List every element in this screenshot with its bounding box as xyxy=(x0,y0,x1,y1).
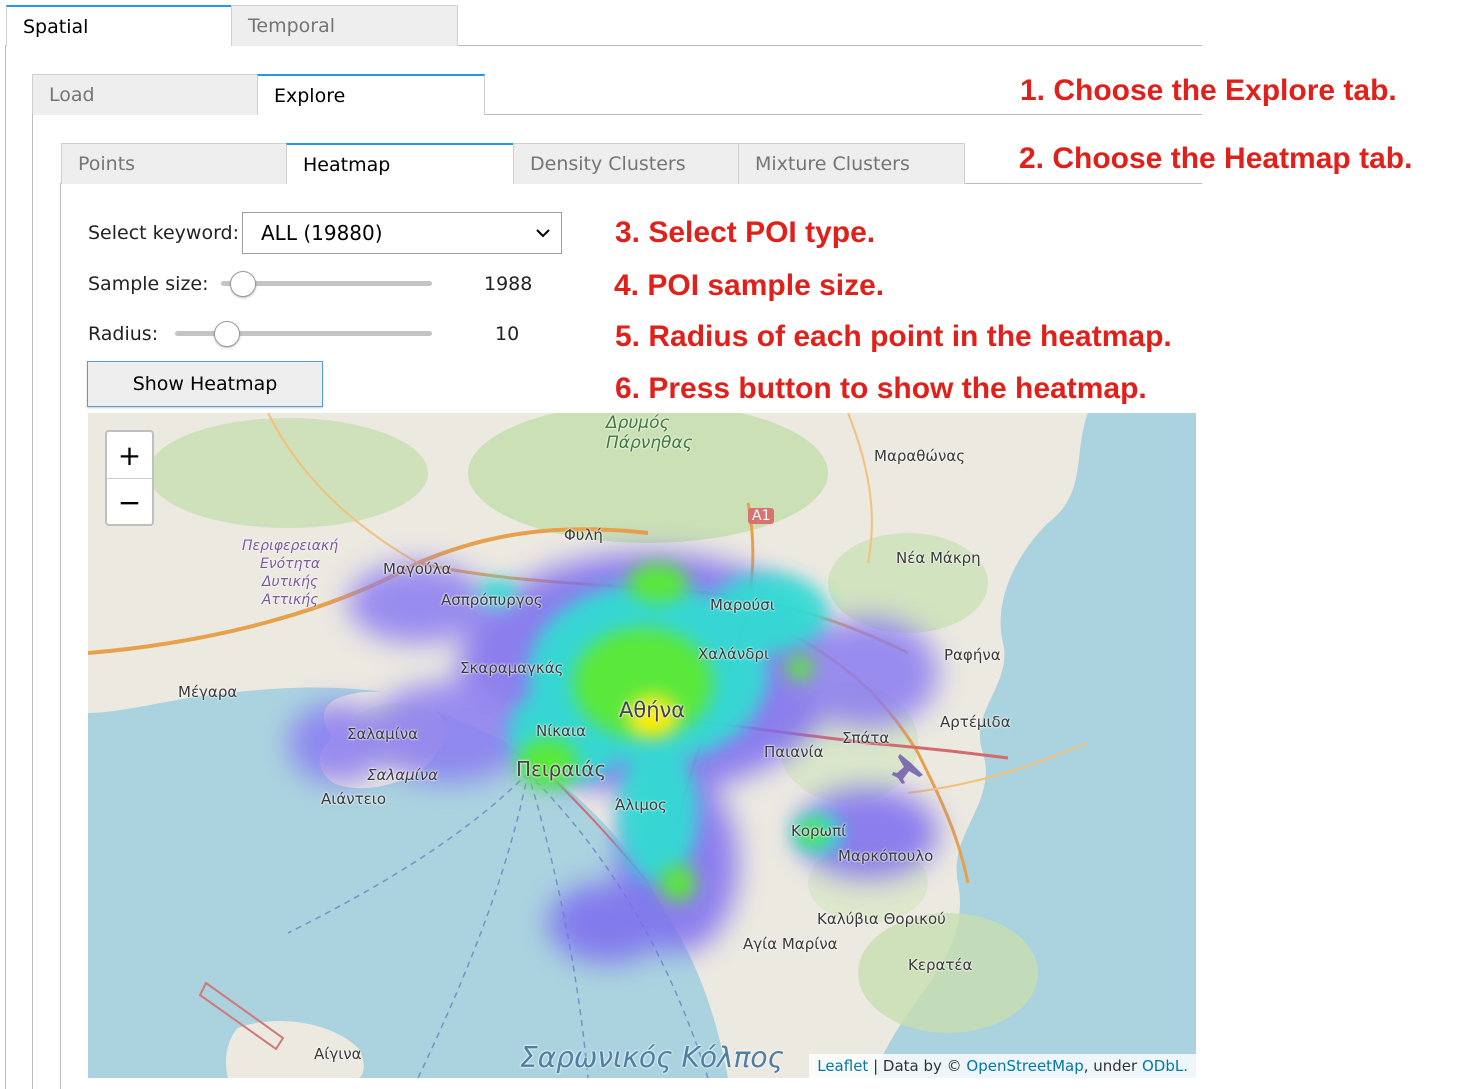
map-label-alimos: Άλιμος xyxy=(615,796,667,814)
map-label-saronikos: Σαρωνικός Κόλπος xyxy=(520,1041,784,1074)
tab-temporal[interactable]: Temporal xyxy=(231,5,458,46)
map-label-marousi: Μαρούσι xyxy=(710,596,775,614)
tab-density-clusters[interactable]: Density Clusters xyxy=(513,143,739,184)
map-label-nikaia: Νίκαια xyxy=(536,722,586,740)
attribution-text-1: | Data by © xyxy=(868,1057,967,1075)
sample-size-value: 1988 xyxy=(484,273,533,295)
map-label-nea-makri: Νέα Μάκρη xyxy=(896,549,981,567)
annotation-3: 3. Select POI type. xyxy=(615,216,876,249)
zoom-in-button[interactable]: + xyxy=(107,432,152,479)
tab-mixture-clusters[interactable]: Mixture Clusters xyxy=(738,143,965,184)
map-label-parnitha: Δρυμός Πάρνηθας xyxy=(606,413,693,453)
keyword-label: Select keyword: xyxy=(88,222,240,244)
openstreetmap-link[interactable]: OpenStreetMap xyxy=(966,1057,1083,1075)
map-label-perifereiaki: Περιφερειακή Ενότητα Δυτικής Αττικής xyxy=(242,538,339,608)
tab-heatmap[interactable]: Heatmap xyxy=(286,143,514,184)
map-label-kalyvia: Καλύβια Θορικού xyxy=(817,910,946,928)
map-label-megara: Μέγαρα xyxy=(178,683,238,701)
show-heatmap-button[interactable]: Show Heatmap xyxy=(87,361,323,407)
annotation-1: 1. Choose the Explore tab. xyxy=(1020,74,1397,107)
map-label-keratea: Κερατέα xyxy=(908,956,973,974)
leaflet-link[interactable]: Leaflet xyxy=(817,1057,868,1075)
map-label-aigina: Αίγινα xyxy=(314,1045,362,1063)
map-label-koropi: Κορωπί xyxy=(791,822,847,840)
chevron-down-icon xyxy=(536,229,550,238)
map-label-athina: Αθήνα xyxy=(619,698,686,722)
zoom-out-button[interactable]: − xyxy=(107,479,152,525)
heatmap-map[interactable]: Δρυμός Πάρνηθας Μαραθώνας A1 Φυλή Νέα Μά… xyxy=(88,413,1196,1078)
outer-panel-border xyxy=(5,45,6,1089)
zoom-control: + − xyxy=(105,430,154,526)
map-label-chalandri: Χαλάνδρι xyxy=(698,645,770,663)
inner-tab-divider xyxy=(965,183,1202,184)
tab-load[interactable]: Load xyxy=(32,74,258,115)
radius-slider-handle[interactable] xyxy=(214,321,241,347)
map-label-spata: Σπάτα xyxy=(842,729,890,747)
odbl-link[interactable]: ODbL. xyxy=(1142,1057,1188,1075)
map-label-marathonas: Μαραθώνας xyxy=(874,447,966,465)
map-label-peiraias: Πειραιάς xyxy=(516,757,607,781)
radius-label: Radius: xyxy=(88,323,159,345)
map-label-skaramagkas: Σκαραμαγκάς xyxy=(460,659,564,677)
annotation-5: 5. Radius of each point in the heatmap. xyxy=(615,320,1172,353)
outer-tab-divider xyxy=(458,45,1202,46)
map-label-markopoulo: Μαρκόπουλο xyxy=(838,847,934,865)
tab-explore[interactable]: Explore xyxy=(257,74,485,115)
map-label-magoula: Μαγούλα xyxy=(383,560,452,578)
map-label-salamina-island: Σαλαμίνα xyxy=(367,766,439,784)
map-label-fyli: Φυλή xyxy=(564,526,603,544)
annotation-4: 4. POI sample size. xyxy=(614,269,885,302)
inner-panel-border xyxy=(60,183,61,1089)
map-label-a1: A1 xyxy=(748,508,775,524)
annotation-2: 2. Choose the Heatmap tab. xyxy=(1019,142,1413,175)
map-attribution: Leaflet | Data by © OpenStreetMap, under… xyxy=(809,1054,1196,1078)
map-label-aiantio: Αιάντειο xyxy=(321,790,386,808)
map-label-aspropyrgos: Ασπρόπυργος xyxy=(441,591,543,609)
keyword-select-value: ALL (19880) xyxy=(261,221,383,245)
map-label-agia-marina: Αγία Μαρίνα xyxy=(743,935,838,953)
map-label-paiania: Παιανία xyxy=(764,743,824,761)
attribution-text-2: , under xyxy=(1083,1057,1142,1075)
radius-value: 10 xyxy=(495,323,520,345)
mid-panel-border xyxy=(32,114,33,1089)
annotation-6: 6. Press button to show the heatmap. xyxy=(615,372,1147,405)
map-label-salamina: Σαλαμίνα xyxy=(347,725,419,743)
sample-size-label: Sample size: xyxy=(88,273,209,295)
sample-size-slider-handle[interactable] xyxy=(230,271,257,297)
tab-points[interactable]: Points xyxy=(61,143,287,184)
tab-spatial[interactable]: Spatial xyxy=(6,5,232,46)
map-base-layer xyxy=(88,413,1196,1078)
map-label-rafina: Ραφήνα xyxy=(944,646,1001,664)
mid-tab-divider xyxy=(485,114,1202,115)
keyword-select[interactable]: ALL (19880) xyxy=(242,212,562,254)
map-label-artemida: Αρτέμιδα xyxy=(940,713,1011,731)
